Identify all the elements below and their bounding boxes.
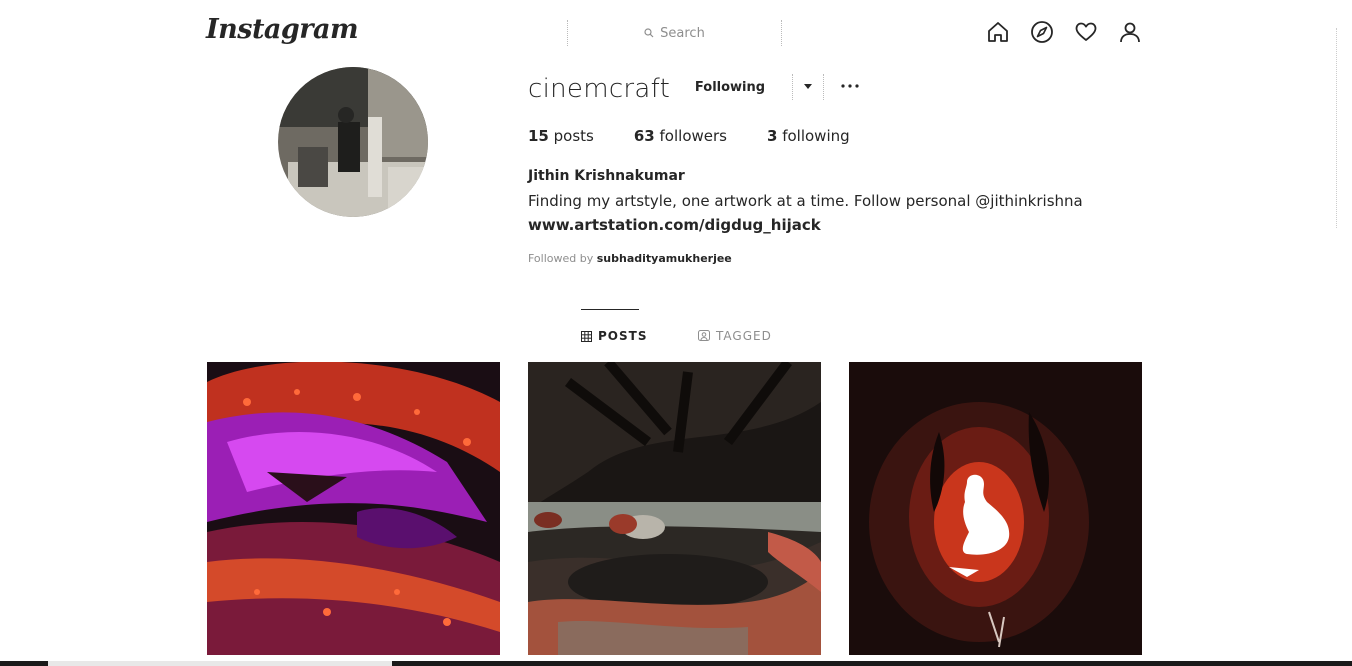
following-label: following	[782, 127, 850, 145]
profile-icon[interactable]	[1118, 20, 1162, 46]
more-options-button[interactable]	[838, 74, 862, 98]
tab-posts[interactable]: POSTS	[581, 329, 647, 343]
search-placeholder: Search	[660, 25, 705, 41]
more-dots-icon	[841, 84, 859, 88]
followers-label: followers	[659, 127, 727, 145]
top-navigation-bar: Instagram Search	[0, 0, 1352, 62]
following-button[interactable]: Following	[682, 75, 778, 99]
followed-by-user: subhadityamukherjee	[596, 252, 732, 265]
caret-down-icon	[804, 84, 812, 89]
search-icon	[644, 28, 654, 38]
profile-website-link[interactable]: www.artstation.com/digdug_hijack	[528, 216, 821, 234]
suggestions-dropdown-button[interactable]	[792, 74, 824, 100]
explore-compass-icon[interactable]	[1030, 20, 1074, 46]
instagram-logo[interactable]: Instagram	[206, 14, 359, 45]
followed-by-prefix: Followed by	[528, 252, 594, 265]
activity-heart-icon[interactable]	[1074, 20, 1118, 46]
tagged-user-icon	[698, 330, 710, 341]
home-icon[interactable]	[986, 20, 1030, 46]
tab-posts-label: POSTS	[598, 329, 648, 343]
post-thumbnail[interactable]	[849, 362, 1142, 655]
profile-stats: 15 posts 63 followers 3 following	[528, 127, 890, 145]
search-box[interactable]: Search	[567, 20, 782, 46]
active-tab-indicator	[581, 309, 639, 310]
profile-full-name: Jithin Krishnakumar	[528, 168, 685, 184]
followers-count: 63	[633, 127, 655, 145]
scroll-edge	[1336, 28, 1337, 228]
profile-username: cinemcraft	[528, 74, 671, 104]
posts-count: 15	[528, 127, 549, 145]
profile-avatar[interactable]	[278, 67, 428, 217]
profile-bio: Finding my artstyle, one artwork at a ti…	[528, 192, 1083, 210]
following-stat[interactable]: 3 following	[767, 127, 850, 145]
followers-stat[interactable]: 63 followers	[634, 127, 727, 145]
posts-stat: 15 posts	[528, 127, 594, 145]
tab-tagged-label: TAGGED	[716, 329, 772, 343]
following-count: 3	[766, 127, 778, 145]
followed-by[interactable]: Followed by subhadityamukherjee	[528, 252, 732, 265]
nav-icons	[986, 20, 1162, 46]
post-thumbnail[interactable]	[528, 362, 821, 655]
bottom-scroll-segment	[48, 661, 392, 666]
grid-icon	[581, 330, 592, 342]
posts-label: posts	[553, 127, 594, 145]
tab-tagged[interactable]: TAGGED	[698, 329, 772, 343]
post-thumbnail[interactable]	[207, 362, 500, 655]
